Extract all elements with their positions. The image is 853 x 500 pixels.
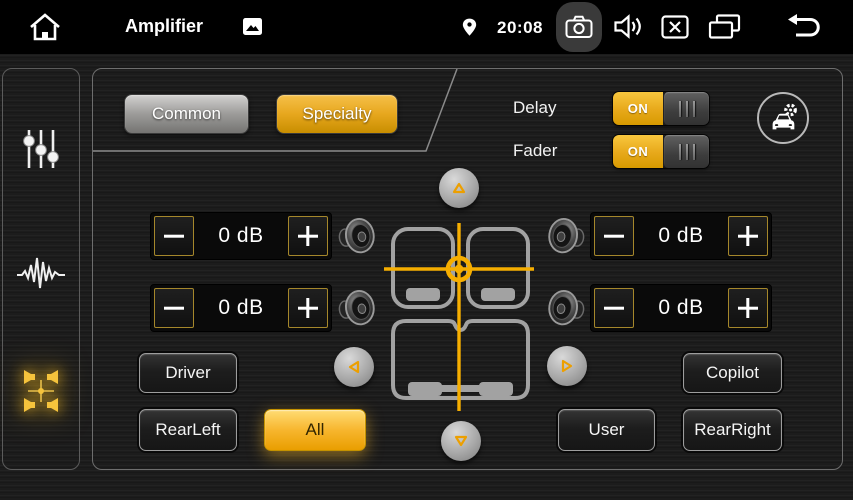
move-up-button[interactable] <box>439 168 479 208</box>
rear-left-gain: 0 dB <box>151 285 331 331</box>
preset-all-button[interactable]: All <box>264 409 366 451</box>
delay-label: Delay <box>513 98 593 118</box>
sidebar <box>2 68 80 470</box>
rear-right-gain: 0 dB <box>591 285 771 331</box>
fader-toggle[interactable]: ON <box>613 135 709 168</box>
fader-toggle-handle <box>663 135 709 168</box>
balance-fader-icon <box>18 370 64 412</box>
fader-toggle-on-label: ON <box>613 135 663 168</box>
sidebar-item-balance-fader[interactable] <box>13 363 69 419</box>
equalizer-icon <box>20 126 62 172</box>
status-bar: Amplifier 20:08 <box>0 0 853 54</box>
crosshair <box>384 223 534 411</box>
car-settings-button[interactable] <box>757 92 809 144</box>
front-left-gain: 0 dB <box>151 213 331 259</box>
down-triangle-icon <box>452 432 470 450</box>
front-right-gain: 0 dB <box>591 213 771 259</box>
front-left-speaker-icon <box>336 214 378 258</box>
page-title: Amplifier <box>125 16 203 37</box>
preset-rearleft-button[interactable]: RearLeft <box>139 409 237 451</box>
head-unit-screen: Amplifier 20:08 <box>0 0 853 500</box>
rear-left-plus-button[interactable] <box>288 288 328 328</box>
preset-user-button[interactable]: User <box>558 409 655 451</box>
seating-diagram <box>376 216 546 411</box>
preset-rearright-button[interactable]: RearRight <box>683 409 782 451</box>
rear-right-plus-button[interactable] <box>728 288 768 328</box>
tab-common[interactable]: Common <box>124 94 249 134</box>
camera-icon[interactable] <box>556 2 602 52</box>
amplifier-panel: Common Specialty Delay ON Fader ON <box>92 68 843 470</box>
fader-label: Fader <box>513 141 593 161</box>
preset-copilot-button[interactable]: Copilot <box>683 353 782 393</box>
move-left-button[interactable] <box>334 347 374 387</box>
delay-toggle-on-label: ON <box>613 92 663 125</box>
tab-specialty[interactable]: Specialty <box>276 94 398 134</box>
waveform-icon <box>16 251 66 291</box>
home-icon[interactable] <box>28 12 62 42</box>
car-gear-icon <box>766 101 800 135</box>
front-left-plus-button[interactable] <box>288 216 328 256</box>
delay-toggle[interactable]: ON <box>613 92 709 125</box>
move-down-button[interactable] <box>441 421 481 461</box>
up-triangle-icon <box>450 179 468 197</box>
sidebar-item-sound-effect[interactable] <box>13 243 69 299</box>
preset-driver-button[interactable]: Driver <box>139 353 237 393</box>
clock: 20:08 <box>497 18 543 38</box>
move-right-button[interactable] <box>547 346 587 386</box>
right-triangle-icon <box>558 357 576 375</box>
front-right-plus-button[interactable] <box>728 216 768 256</box>
gallery-icon[interactable] <box>243 18 262 35</box>
front-right-speaker-icon <box>545 214 587 258</box>
left-triangle-icon <box>345 358 363 376</box>
rear-left-speaker-icon <box>336 286 378 330</box>
delay-toggle-handle <box>663 92 709 125</box>
sidebar-item-equalizer[interactable] <box>13 121 69 177</box>
volume-icon[interactable] <box>613 13 642 40</box>
recents-icon[interactable] <box>707 14 743 40</box>
back-icon[interactable] <box>784 13 822 41</box>
rear-right-speaker-icon <box>545 286 587 330</box>
location-icon[interactable] <box>462 16 477 38</box>
close-app-icon[interactable] <box>661 15 689 39</box>
